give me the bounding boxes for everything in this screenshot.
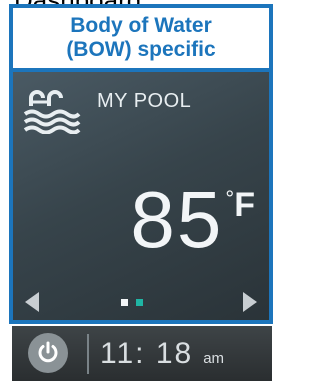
pool-name: MY POOL bbox=[97, 90, 192, 112]
power-icon bbox=[38, 341, 58, 363]
bow-label-line2: (BOW) specific bbox=[66, 38, 216, 61]
status-bar: 11: 18 am bbox=[12, 326, 272, 381]
page-dot-1[interactable] bbox=[121, 299, 128, 306]
pool-screen[interactable]: MY POOL 85 ° F bbox=[13, 72, 269, 320]
degree-symbol: ° bbox=[225, 186, 235, 211]
bow-panel: Body of Water (BOW) specific MY POOL 85 … bbox=[9, 4, 273, 324]
temperature-unit: F bbox=[234, 186, 255, 224]
previous-arrow-icon[interactable] bbox=[25, 292, 39, 312]
divider bbox=[87, 334, 89, 374]
temperature-display: 85 ° F bbox=[130, 180, 255, 260]
temperature-value: 85 bbox=[130, 175, 224, 264]
clock-ampm: am bbox=[203, 350, 225, 367]
next-arrow-icon[interactable] bbox=[243, 292, 257, 312]
page-indicator bbox=[121, 299, 143, 306]
bow-label: Body of Water (BOW) specific bbox=[13, 8, 269, 72]
pool-ladder-waves-icon bbox=[23, 90, 81, 134]
page-dot-2-active[interactable] bbox=[136, 299, 143, 306]
bow-label-line1: Body of Water bbox=[70, 14, 212, 37]
clock-time: 11: 18 bbox=[100, 337, 194, 370]
clock: 11: 18 am bbox=[100, 338, 224, 375]
power-button[interactable] bbox=[28, 333, 68, 373]
